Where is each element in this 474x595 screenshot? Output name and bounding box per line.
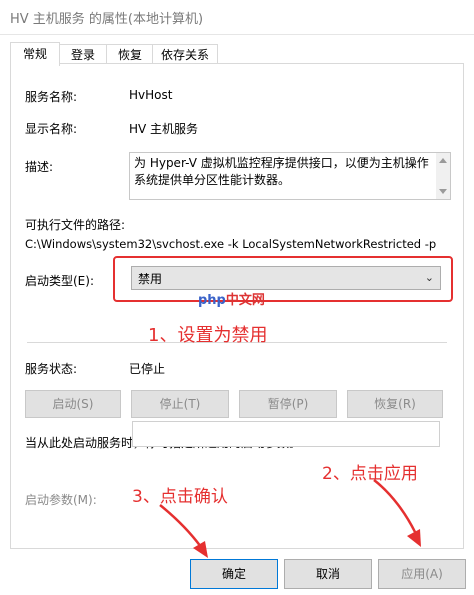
apply-button[interactable]: 应用(A) xyxy=(378,559,466,589)
cancel-button[interactable]: 取消 xyxy=(284,559,372,589)
ok-button[interactable]: 确定 xyxy=(190,559,278,589)
tab-general[interactable]: 常规 xyxy=(10,42,60,66)
arrow-to-apply xyxy=(373,479,417,533)
arrow-to-ok xyxy=(159,504,203,548)
arrow-to-ok-head xyxy=(193,541,208,558)
annotation-arrows xyxy=(159,479,421,558)
